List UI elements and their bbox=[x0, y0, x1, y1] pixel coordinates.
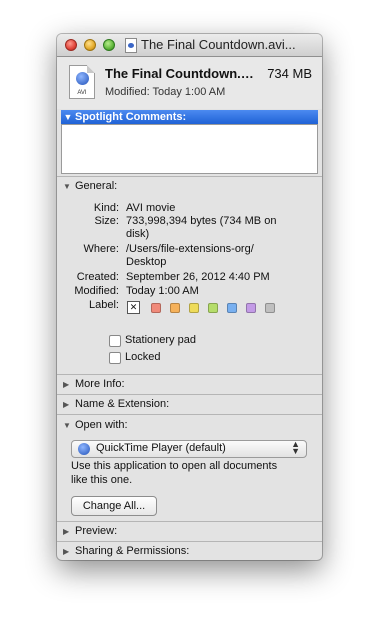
disclosure-triangle-open-icon: ▼ bbox=[63, 182, 71, 191]
section-general-label: General: bbox=[75, 180, 118, 192]
page-fold bbox=[87, 65, 95, 73]
disclosure-triangle-open-icon: ▼ bbox=[63, 421, 71, 430]
spotlight-comments-label: Spotlight Comments: bbox=[75, 111, 187, 123]
spotlight-comments-header[interactable]: ▼ Spotlight Comments: bbox=[61, 110, 318, 124]
file-type-tag: AVI bbox=[77, 90, 87, 96]
label-swatch-gray[interactable] bbox=[265, 303, 275, 313]
label-swatch-green[interactable] bbox=[208, 303, 218, 313]
where-label: Where: bbox=[83, 243, 119, 255]
help-text-line2: like this one. bbox=[71, 474, 133, 486]
popup-arrows-icon: ▲ ▼ bbox=[291, 439, 300, 456]
section-preview[interactable]: ▶ Preview: bbox=[63, 525, 117, 537]
disclosure-triangle-closed-icon: ▶ bbox=[63, 527, 70, 536]
open-with-app-name: QuickTime Player (default) bbox=[96, 442, 226, 454]
divider bbox=[57, 541, 322, 542]
change-all-button[interactable]: Change All... bbox=[71, 496, 157, 516]
document-proxy-icon[interactable] bbox=[125, 38, 137, 53]
where-value-line1: /Users/file-extensions-org/ bbox=[126, 243, 254, 255]
locked-checkbox[interactable] bbox=[109, 352, 121, 364]
section-name-extension[interactable]: ▶ Name & Extension: bbox=[63, 398, 169, 410]
file-header: AVI The Final Countdown.avi 734 MB Modif… bbox=[57, 57, 322, 109]
label-swatch-orange[interactable] bbox=[170, 303, 180, 313]
section-more-info-label: More Info: bbox=[75, 378, 125, 390]
divider bbox=[57, 414, 322, 415]
help-text-line1: Use this application to open all documen… bbox=[71, 460, 278, 472]
label-swatch-red[interactable] bbox=[151, 303, 161, 313]
open-with-help-text: Use this application to open all documen… bbox=[71, 459, 311, 487]
close-button[interactable] bbox=[65, 39, 77, 51]
no-label-swatch[interactable]: ✕ bbox=[127, 301, 140, 314]
file-size: 734 MB bbox=[267, 66, 312, 81]
section-open-with-label: Open with: bbox=[75, 419, 128, 431]
disclosure-triangle-closed-icon: ▶ bbox=[63, 547, 70, 556]
disclosure-triangle-closed-icon: ▶ bbox=[63, 380, 70, 389]
quicktime-logo-icon bbox=[76, 72, 89, 85]
created-label: Created: bbox=[76, 271, 119, 283]
divider bbox=[57, 176, 322, 177]
avi-file-icon: AVI bbox=[69, 65, 95, 99]
modified-value: Today 1:00 AM bbox=[126, 285, 199, 297]
divider bbox=[57, 394, 322, 395]
stationery-pad-label: Stationery pad bbox=[125, 334, 196, 346]
section-more-info[interactable]: ▶ More Info: bbox=[63, 378, 125, 390]
section-name-extension-label: Name & Extension: bbox=[75, 398, 170, 410]
label-label: Label: bbox=[89, 299, 119, 311]
label-swatch-yellow[interactable] bbox=[189, 303, 199, 313]
window-title: The Final Countdown.avi... bbox=[141, 37, 296, 52]
open-with-app-popup[interactable]: QuickTime Player (default) ▲ ▼ bbox=[71, 440, 307, 458]
size-value-line2: disk) bbox=[126, 228, 150, 240]
size-label: Size: bbox=[94, 215, 119, 227]
section-sharing-permissions[interactable]: ▶ Sharing & Permissions: bbox=[63, 545, 189, 557]
locked-label: Locked bbox=[125, 351, 161, 363]
label-swatch-purple[interactable] bbox=[246, 303, 256, 313]
minimize-button[interactable] bbox=[84, 39, 96, 51]
modified-label: Modified: bbox=[74, 285, 119, 297]
section-sharing-label: Sharing & Permissions: bbox=[75, 545, 190, 557]
file-name: The Final Countdown.avi bbox=[105, 66, 257, 81]
section-preview-label: Preview: bbox=[75, 525, 118, 537]
divider bbox=[57, 374, 322, 375]
size-value-line1: 733,998,394 bytes (734 MB on bbox=[126, 215, 277, 227]
disclosure-triangle-open-icon: ▼ bbox=[63, 112, 73, 122]
info-window: The Final Countdown.avi... AVI The Final… bbox=[57, 34, 322, 560]
divider bbox=[57, 521, 322, 522]
stationery-pad-checkbox[interactable] bbox=[109, 335, 121, 347]
created-value: September 26, 2012 4:40 PM bbox=[126, 271, 270, 283]
label-swatch-blue[interactable] bbox=[227, 303, 237, 313]
kind-label: Kind: bbox=[93, 202, 119, 214]
section-general[interactable]: ▼ General: bbox=[63, 180, 117, 192]
title-bar[interactable]: The Final Countdown.avi... bbox=[57, 34, 322, 57]
modified-date: Modified: Today 1:00 AM bbox=[105, 86, 226, 98]
kind-value: AVI movie bbox=[126, 202, 176, 214]
where-value-line2: Desktop bbox=[126, 256, 167, 268]
spotlight-comments-field[interactable] bbox=[61, 124, 318, 174]
section-open-with[interactable]: ▼ Open with: bbox=[63, 419, 128, 431]
zoom-button[interactable] bbox=[103, 39, 115, 51]
disclosure-triangle-closed-icon: ▶ bbox=[63, 400, 70, 409]
quicktime-app-icon bbox=[78, 443, 90, 455]
